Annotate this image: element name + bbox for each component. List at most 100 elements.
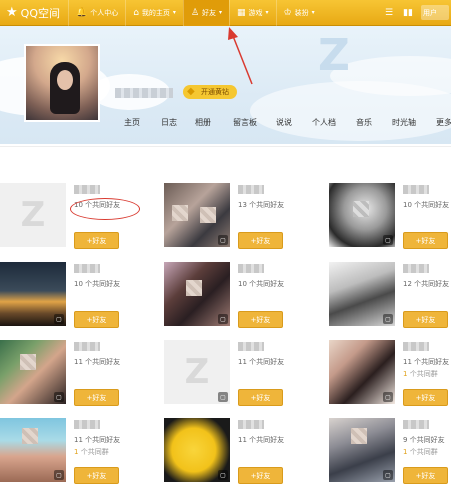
photo-count-icon: ▢ <box>218 392 228 402</box>
nav-decorate[interactable]: ♔ 装扮 ▾ <box>275 0 322 26</box>
open-vip-button[interactable]: ◆ 开通黄钻 <box>183 85 237 99</box>
qzone-friends-page: ★ QQ空间 🔔 个人中心 ⌂ 我的主页 ▾ ♙ 好友 ▾ ▦ 游戏 ▾ ♔ 装… <box>0 0 451 488</box>
chevron-down-icon: ▾ <box>265 9 269 16</box>
mutual-friends-count: 12 个共同好友 <box>403 280 450 288</box>
list-icon[interactable]: ☰ <box>385 8 393 18</box>
mutual-friends-count: 11 个共同好友 <box>238 436 285 444</box>
tab-blog[interactable]: 日志 <box>161 117 177 128</box>
add-friend-button[interactable]: +好友 <box>403 232 448 249</box>
friend-card: ▢ 10 个共同好友 +好友 <box>164 262 314 340</box>
add-friend-button[interactable]: +好友 <box>403 311 448 328</box>
nav-label: 好友 <box>202 8 217 17</box>
friend-name-blurred[interactable] <box>74 264 100 273</box>
mutual-friends-count: 11 个共同好友 <box>403 358 450 366</box>
friend-photo[interactable]: ▢ <box>329 183 395 247</box>
friend-photo[interactable]: ▢ <box>329 418 395 482</box>
mutual-groups-count: 1 个共同群 <box>403 370 438 378</box>
friend-photo[interactable]: ▢ <box>329 340 395 404</box>
add-friend-button[interactable]: +好友 <box>74 467 119 484</box>
chevron-down-icon: ▾ <box>172 9 176 16</box>
tab-timeline[interactable]: 时光轴 <box>392 117 416 128</box>
nav-my-homepage[interactable]: ⌂ 我的主页 ▾ <box>125 0 183 26</box>
friend-name-blurred[interactable] <box>403 342 429 351</box>
friend-name-blurred[interactable] <box>403 420 429 429</box>
default-avatar-icon[interactable]: Z ▢ <box>164 340 230 404</box>
top-navigation-bar: ★ QQ空间 🔔 个人中心 ⌂ 我的主页 ▾ ♙ 好友 ▾ ▦ 游戏 ▾ ♔ 装… <box>0 0 451 26</box>
nav-friends[interactable]: ♙ 好友 ▾ <box>182 0 230 26</box>
grid-icon: ▦ <box>237 7 246 18</box>
add-friend-button[interactable]: +好友 <box>238 311 283 328</box>
add-friend-button[interactable]: +好友 <box>74 232 119 249</box>
friend-name-blurred[interactable] <box>74 185 100 194</box>
mutual-groups-count: 1 个共同群 <box>74 448 109 456</box>
top-right-icons: ☰ ▮▮ <box>377 8 421 18</box>
nav-personal-center[interactable]: 🔔 个人中心 <box>67 0 125 26</box>
friend-photo[interactable]: ▢ <box>0 262 66 326</box>
default-avatar-icon[interactable]: Z <box>0 183 66 247</box>
friend-photo[interactable]: ▢ <box>164 418 230 482</box>
divider <box>0 146 451 147</box>
friend-photo[interactable]: ▢ <box>164 262 230 326</box>
add-friend-button[interactable]: +好友 <box>403 389 448 406</box>
mutual-friends-count: 9 个共同好友 <box>403 436 445 444</box>
stats-icon[interactable]: ▮▮ <box>403 8 413 18</box>
mutual-friends-count: 10 个共同好友 <box>238 280 285 288</box>
add-friend-button[interactable]: +好友 <box>403 467 448 484</box>
friend-card: ▢ 9 个共同好友 1 个共同群 +好友 <box>329 418 451 488</box>
friend-card: ▢ 13 个共同好友 +好友 <box>164 183 314 261</box>
photo-count-icon: ▢ <box>383 470 393 480</box>
mutual-friends-count: 11 个共同好友 <box>74 358 121 366</box>
mutual-friends-count: 11 个共同好友 <box>238 358 285 366</box>
chevron-down-icon: ▾ <box>219 9 223 16</box>
add-friend-button[interactable]: +好友 <box>238 467 283 484</box>
profile-avatar[interactable] <box>24 44 100 122</box>
tab-more[interactable]: 更多 <box>436 117 451 128</box>
tab-music[interactable]: 音乐 <box>356 117 372 128</box>
user-menu[interactable]: 用户 <box>421 5 449 20</box>
photo-count-icon: ▢ <box>383 235 393 245</box>
chevron-down-icon: ▾ <box>311 9 315 16</box>
friend-photo[interactable]: ▢ <box>0 418 66 482</box>
add-friend-button[interactable]: +好友 <box>74 389 119 406</box>
nav-label: 装扮 <box>294 8 309 17</box>
profile-name-blurred <box>115 88 173 98</box>
nav-label: 我的主页 <box>141 8 170 17</box>
friend-card: ▢ 10 个共同好友 +好友 <box>0 262 150 340</box>
friend-name-blurred[interactable] <box>238 342 264 351</box>
mutual-friends-count: 11 个共同好友 <box>74 436 121 444</box>
bell-icon: 🔔 <box>75 7 88 18</box>
photo-count-icon: ▢ <box>54 392 64 402</box>
shirt-icon: ♔ <box>283 7 292 18</box>
tab-guestbook[interactable]: 留言板 <box>233 117 257 128</box>
friend-card: Z 10 个共同好友 +好友 <box>0 183 150 261</box>
add-friend-button[interactable]: +好友 <box>74 311 119 328</box>
nav-games[interactable]: ▦ 游戏 ▾ <box>229 0 276 26</box>
star-icon: ★ <box>6 5 18 20</box>
friend-name-blurred[interactable] <box>238 420 264 429</box>
nav-label: 个人中心 <box>90 8 119 17</box>
home-icon: ⌂ <box>133 7 139 18</box>
qzone-logo[interactable]: ★ QQ空间 <box>0 0 68 26</box>
tab-profile[interactable]: 个人档 <box>312 117 336 128</box>
annotation-circle <box>70 198 140 220</box>
tab-home[interactable]: 主页 <box>124 117 140 128</box>
friend-name-blurred[interactable] <box>74 342 100 351</box>
friend-photo[interactable]: ▢ <box>164 183 230 247</box>
friend-photo[interactable]: ▢ <box>0 340 66 404</box>
friend-card: ▢ 12 个共同好友 +好友 <box>329 262 451 340</box>
friend-card: ▢ 11 个共同好友 1 个共同群 +好友 <box>329 340 451 418</box>
photo-count-icon: ▢ <box>383 392 393 402</box>
friend-name-blurred[interactable] <box>403 185 429 194</box>
mutual-friends-count: 10 个共同好友 <box>74 280 121 288</box>
friend-name-blurred[interactable] <box>238 185 264 194</box>
friend-name-blurred[interactable] <box>403 264 429 273</box>
tab-shuoshuo[interactable]: 说说 <box>276 117 292 128</box>
friend-name-blurred[interactable] <box>74 420 100 429</box>
add-friend-button[interactable]: +好友 <box>238 389 283 406</box>
tab-album[interactable]: 相册 <box>195 117 211 128</box>
friend-name-blurred[interactable] <box>238 264 264 273</box>
nav-label: 游戏 <box>248 8 263 17</box>
diamond-icon: ◆ <box>187 86 195 97</box>
add-friend-button[interactable]: +好友 <box>238 232 283 249</box>
friend-photo[interactable]: ▢ <box>329 262 395 326</box>
